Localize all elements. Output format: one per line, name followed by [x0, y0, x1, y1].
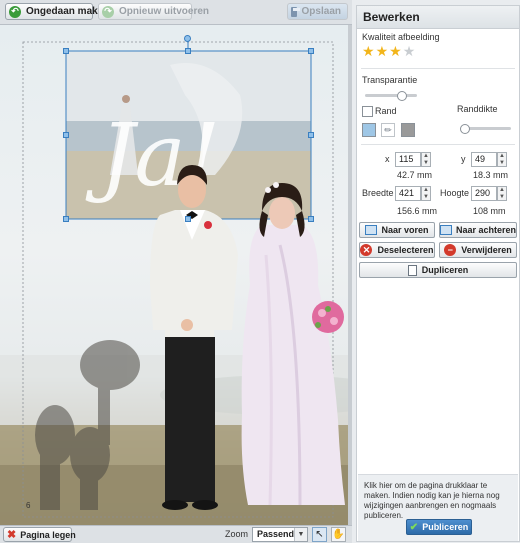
resize-handle-n[interactable] [185, 48, 191, 54]
save-icon [291, 6, 300, 17]
border-width-slider[interactable] [460, 124, 511, 134]
publish-info-text: Klik hier om de pagina drukklaar te make… [364, 481, 500, 520]
height-mm: 108 mm [473, 206, 506, 216]
photo-page[interactable]: Ja! 6 [0, 25, 348, 525]
minus-circle-icon: − [444, 244, 457, 256]
clear-page-button[interactable]: ✖ Pagina legen [3, 527, 76, 542]
x-stepper[interactable]: ▲ ▼ [421, 152, 431, 167]
slider-thumb[interactable] [460, 124, 470, 134]
zoom-label: Zoom [225, 529, 249, 539]
resize-handle-ne[interactable] [308, 48, 314, 54]
chevron-down-icon: ▼ [294, 528, 307, 541]
redo-label: Opnieuw uitvoeren [119, 6, 210, 17]
height-input[interactable]: 290 [471, 186, 497, 201]
star-icon: ★ [362, 43, 376, 59]
hand-icon: ✋ [332, 529, 345, 540]
send-backward-label: Naar achteren [455, 225, 516, 235]
resize-handle-nw[interactable] [63, 48, 69, 54]
rotate-handle[interactable] [184, 35, 191, 42]
border-width-label: Randdikte [457, 104, 498, 114]
undo-button[interactable]: ↶ Ongedaan maken [5, 3, 109, 20]
close-icon: ✖ [7, 529, 17, 541]
border-color-swatch[interactable] [362, 123, 376, 137]
bride-figure [241, 182, 345, 506]
width-stepper[interactable]: ▲ ▼ [421, 186, 431, 201]
select-tool-button[interactable]: ↖ [312, 527, 327, 542]
quality-stars: ★★★★ [362, 43, 416, 60]
redo-icon: ↷ [102, 5, 114, 18]
cursor-icon: ↖ [315, 529, 324, 540]
resize-handle-e[interactable] [308, 132, 314, 138]
save-label: Opslaan [301, 6, 341, 17]
duplicate-button[interactable]: Dupliceren [359, 262, 517, 278]
x-input[interactable]: 115 [395, 152, 421, 167]
zoom-value: Passend [257, 529, 295, 539]
canvas-scrollbar[interactable] [348, 25, 352, 525]
border-checkbox[interactable] [362, 106, 373, 117]
canvas-area: Ja! 6 [0, 25, 352, 525]
deselect-label: Deselecteren [377, 245, 434, 255]
resize-handle-w[interactable] [63, 132, 69, 138]
page-number: 6 [26, 501, 31, 510]
bring-forward-button[interactable]: Naar voren [359, 222, 435, 238]
transparency-slider[interactable] [365, 91, 417, 101]
y-input[interactable]: 49 [471, 152, 497, 167]
publish-label: Publiceren [422, 522, 469, 532]
x-mm: 42.7 mm [397, 170, 433, 180]
width-label: Breedte [362, 188, 394, 198]
save-button[interactable]: Opslaan [287, 3, 348, 20]
duplicate-label: Dupliceren [421, 265, 469, 275]
deselect-button[interactable]: ✕ Deselecteren [359, 242, 435, 258]
bring-forward-icon [365, 225, 378, 235]
quality-label: Kwaliteit afbeelding [362, 32, 440, 42]
send-backward-button[interactable]: Naar achteren [439, 222, 517, 238]
width-input[interactable]: 421 [395, 186, 421, 201]
y-mm: 18.3 mm [473, 170, 509, 180]
delete-button[interactable]: − Verwijderen [439, 242, 517, 258]
height-label: Hoogte [440, 188, 470, 198]
undo-label: Ongedaan maken [26, 6, 110, 17]
send-backward-icon [440, 225, 452, 235]
color-picker-swatch[interactable] [401, 123, 415, 137]
width-mm: 156.6 mm [397, 206, 438, 216]
resize-handle-sw[interactable] [63, 216, 69, 222]
top-toolbar: ↶ Ongedaan maken ↷ Opnieuw uitvoeren Ops… [0, 0, 352, 25]
slider-thumb[interactable] [397, 91, 407, 101]
redo-button[interactable]: ↷ Opnieuw uitvoeren [98, 3, 209, 20]
resize-handle-s[interactable] [185, 216, 191, 222]
bottom-toolbar: ✖ Pagina legen Zoom Passend ▼ ↖ ✋ [0, 525, 352, 543]
bring-forward-label: Naar voren [381, 225, 429, 235]
checkmark-icon: ✔ [409, 521, 419, 533]
x-label: x [385, 154, 390, 164]
clear-page-label: Pagina legen [20, 529, 76, 540]
pan-tool-button[interactable]: ✋ [331, 527, 346, 542]
duplicate-icon [407, 264, 417, 276]
resize-handle-se[interactable] [308, 216, 314, 222]
publish-button[interactable]: ✔ Publiceren [406, 519, 472, 535]
close-circle-icon: ✕ [360, 244, 373, 256]
border-label: Rand [375, 106, 397, 116]
delete-label: Verwijderen [461, 245, 512, 255]
zoom-select[interactable]: Passend ▼ [252, 527, 308, 542]
y-stepper[interactable]: ▲ ▼ [497, 152, 507, 167]
y-label: y [461, 154, 466, 164]
page-artwork: Ja! 6 [0, 39, 348, 525]
star-empty-icon: ★ [402, 43, 417, 59]
eyedropper-icon[interactable]: ✏ [381, 123, 395, 137]
publish-box: Klik hier om de pagina drukklaar te make… [358, 474, 518, 541]
transparency-label: Transparantie [362, 75, 418, 85]
star-icon: ★ [375, 43, 390, 59]
undo-icon: ↶ [9, 5, 21, 18]
star-icon: ★ [389, 43, 403, 59]
height-stepper[interactable]: ▲ ▼ [497, 186, 507, 201]
panel-title: Bewerken [357, 6, 519, 29]
edit-panel: Bewerken Kwaliteit afbeelding ★★★★ Trans… [356, 5, 520, 542]
